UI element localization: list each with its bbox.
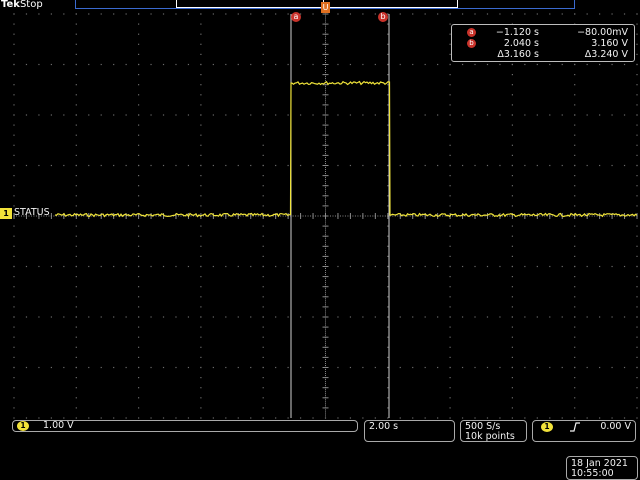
rising-edge-icon [570,422,580,432]
trigger-position-icon[interactable]: U [321,2,330,13]
trigger-readout[interactable]: 1 0.00 V [532,420,636,442]
time: 10:55:00 [571,468,614,479]
top-status-bar: TekStop [0,0,640,14]
cursor-b-time: 2.040 s [503,38,539,49]
cursor-a-badge: a [467,28,476,37]
cursor-delta-time: Δ3.160 s [497,49,539,60]
run-state: Stop [19,0,43,10]
cursor-a-value: −80.00mV [577,27,628,38]
cursor-delta-row: Δ3.160 s Δ3.240 V [452,49,634,61]
channel-scale-readout[interactable]: 1 1.00 V [12,420,358,432]
channel-label: STATUS [14,207,50,218]
timebase-readout[interactable]: 2.00 s [364,420,455,442]
trigger-source-badge: 1 [541,422,553,432]
cursor-a-flag[interactable]: a [291,12,301,22]
cursor-delta-value: Δ3.240 V [584,49,628,60]
channel-1-trace [54,80,638,218]
cursor-b-badge: b [467,39,476,48]
trigger-level: 0.00 V [600,421,631,432]
cursor-b-value: 3.160 V [591,38,628,49]
channel-1-badge: 1 [17,421,29,431]
record-length: 10k points [465,431,515,442]
cursor-readout-panel: a −1.120 s −80.00mV b 2.040 s 3.160 V Δ3… [451,24,635,62]
waveform-display[interactable] [0,0,640,480]
cursor-a-time: −1.120 s [495,27,539,38]
record-view-window [176,0,458,8]
channel-1-ground-marker[interactable]: 1 [0,208,12,219]
graticule [13,13,638,419]
brand-logo: Tek [1,0,20,10]
date-time-readout: 18 Jan 2021 10:55:00 [566,456,638,480]
brand-run-state: TekStop [1,0,43,10]
time-per-div: 2.00 s [369,421,399,432]
channel-scale-value: 1.00 V [43,420,74,431]
acquisition-readout[interactable]: 500 S/s 10k points [460,420,527,442]
cursor-b-flag[interactable]: b [378,12,388,22]
